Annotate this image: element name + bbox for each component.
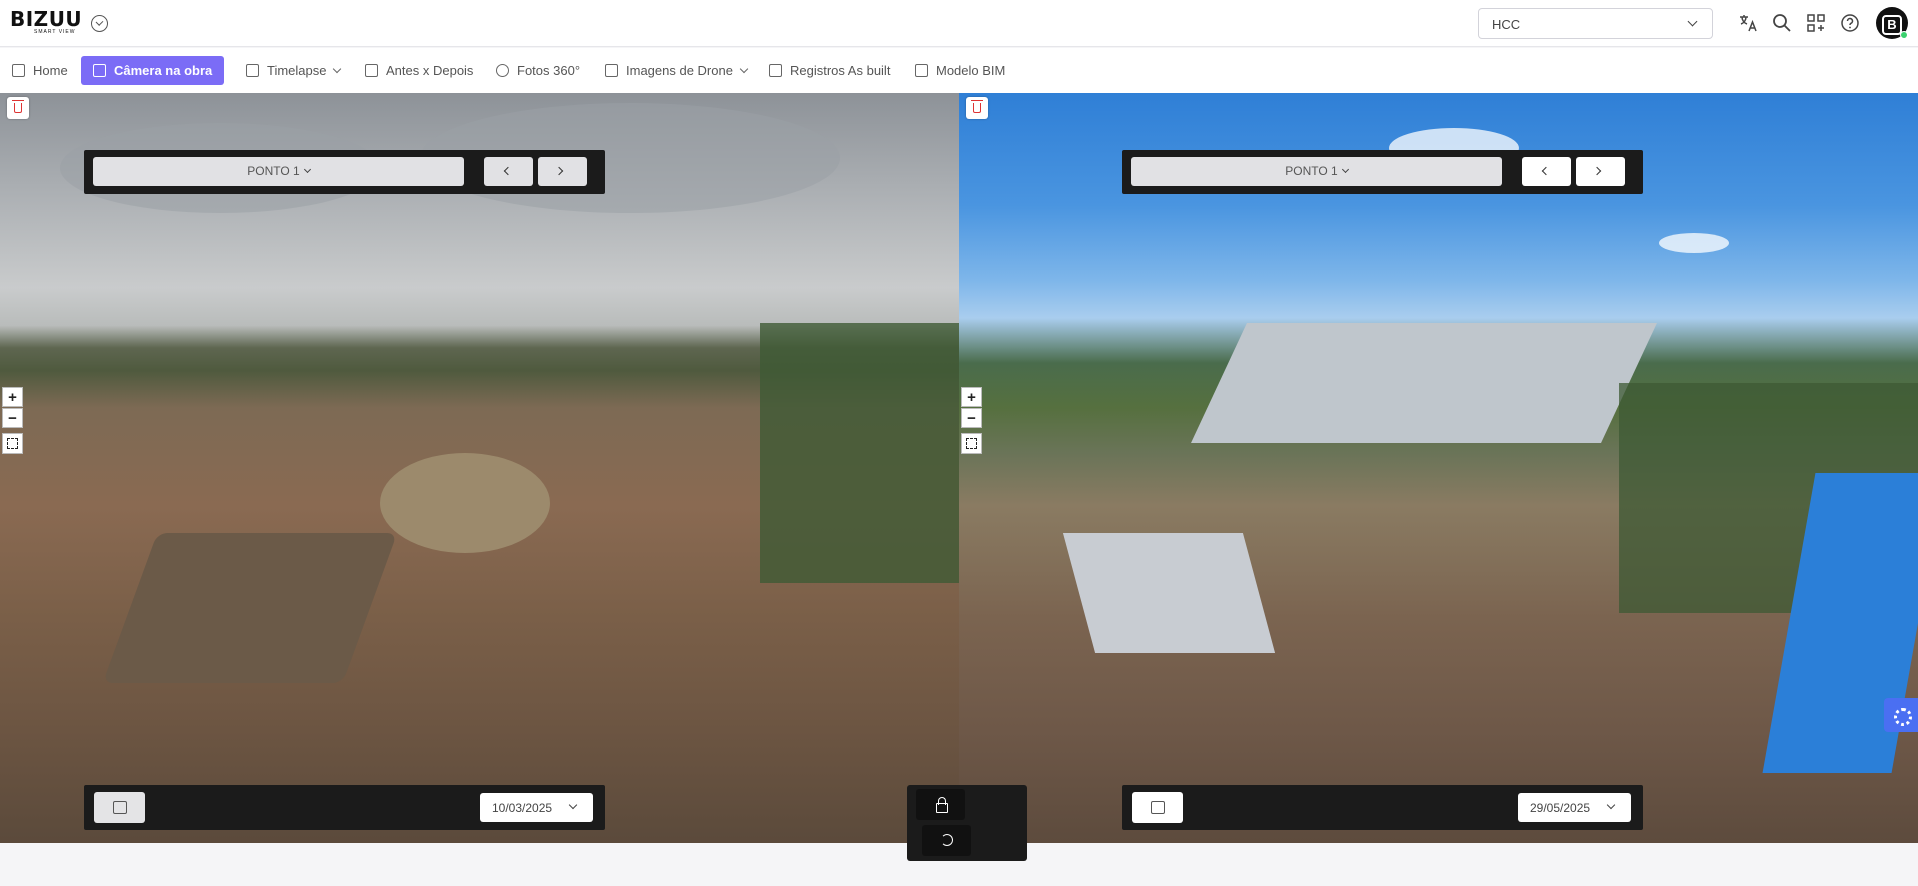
- left-top-controls: PONTO 1: [84, 150, 605, 194]
- logo-subtext: SMART VIEW: [34, 29, 76, 35]
- zoom-out-button[interactable]: −: [961, 408, 982, 428]
- nav-item-modelo-bim[interactable]: Modelo BIM: [915, 56, 1005, 85]
- avatar[interactable]: B: [1876, 7, 1908, 39]
- nav-item-label: Home: [33, 63, 68, 78]
- help-icon[interactable]: [1839, 12, 1861, 34]
- point-select-value: PONTO 1: [247, 164, 300, 178]
- settings-gear-icon[interactable]: [1884, 698, 1918, 732]
- video-camera-icon: [93, 64, 106, 77]
- fullscreen-button[interactable]: [2, 433, 23, 454]
- zoom-out-button[interactable]: −: [2, 408, 23, 428]
- date-select[interactable]: 29/05/2025: [1518, 793, 1631, 822]
- zoom-in-button[interactable]: +: [961, 387, 982, 407]
- chevron-right-icon: [1592, 166, 1602, 176]
- excavation-pit: [102, 533, 398, 683]
- date-select-value: 10/03/2025: [492, 801, 553, 815]
- image-view-button[interactable]: [94, 792, 145, 823]
- site-offices: [1062, 533, 1276, 653]
- logo[interactable]: BIZUU SMART VIEW: [10, 7, 108, 35]
- chevron-down-icon: [303, 165, 311, 174]
- sync-button[interactable]: [922, 825, 971, 856]
- fullscreen-button[interactable]: [961, 433, 982, 454]
- nav-item-label: Câmera na obra: [114, 63, 213, 78]
- nav-item-home[interactable]: Home: [12, 56, 68, 85]
- previous-button[interactable]: [484, 157, 533, 186]
- compare-icon: [365, 64, 378, 77]
- chevron-down-icon: [1687, 16, 1698, 27]
- chevron-left-icon: [503, 166, 513, 176]
- previous-button[interactable]: [1522, 157, 1571, 186]
- download-icon[interactable]: [91, 15, 108, 32]
- right-bottom-controls: 29/05/2025: [1122, 785, 1643, 830]
- project-select-value: HCC: [1492, 17, 1521, 32]
- left-camera-image[interactable]: PONTO 1 + − 10/03/2025: [0, 93, 959, 843]
- online-status-dot: [1900, 31, 1908, 39]
- chevron-down-icon: [1606, 800, 1616, 810]
- nav-item-timelapse[interactable]: Timelapse: [246, 56, 342, 85]
- trash-icon: [12, 100, 24, 113]
- chevron-down-icon: [739, 64, 749, 74]
- nav-item-camera-na-obra[interactable]: Câmera na obra: [81, 56, 225, 85]
- logo-text: BIZUU: [10, 7, 83, 31]
- nav-item-label: Antes x Depois: [386, 63, 474, 78]
- top-header: BIZUU SMART VIEW HCC B: [0, 0, 1918, 47]
- film-icon: [246, 64, 259, 77]
- chevron-down-icon: [1341, 165, 1349, 174]
- nav-item-label: Modelo BIM: [936, 63, 1006, 78]
- translate-icon[interactable]: [1737, 12, 1759, 34]
- soil-mound: [380, 453, 550, 553]
- steel-structure: [1191, 323, 1657, 443]
- nav-item-label: Timelapse: [267, 63, 327, 78]
- 360-icon: [496, 64, 509, 77]
- main-nav: Home Câmera na obra Timelapse Antes x De…: [0, 48, 1918, 93]
- trash-icon: [971, 100, 983, 113]
- building-icon: [769, 64, 782, 77]
- point-select[interactable]: PONTO 1: [1131, 157, 1502, 186]
- chevron-left-icon: [1541, 166, 1551, 176]
- nav-item-label: Registros As built: [790, 63, 891, 78]
- nav-item-imagens-de-drone[interactable]: Imagens de Drone: [605, 56, 749, 85]
- nav-item-label: Imagens de Drone: [626, 63, 733, 78]
- delete-button[interactable]: [7, 97, 29, 119]
- right-top-controls: PONTO 1: [1122, 150, 1643, 194]
- chevron-right-icon: [554, 166, 564, 176]
- nav-item-label: Fotos 360°: [517, 63, 581, 78]
- delete-button[interactable]: [966, 97, 988, 119]
- chevron-down-icon: [333, 64, 342, 74]
- search-icon[interactable]: [1771, 12, 1793, 34]
- nav-item-antes-x-depois[interactable]: Antes x Depois: [365, 56, 473, 85]
- nav-item-fotos-360[interactable]: Fotos 360°: [496, 56, 580, 85]
- project-select[interactable]: HCC: [1478, 8, 1713, 39]
- drone-icon: [605, 64, 618, 77]
- cube-icon: [915, 64, 928, 77]
- cloud-shape: [1659, 233, 1729, 253]
- point-select[interactable]: PONTO 1: [93, 157, 464, 186]
- nav-item-registros-as-built[interactable]: Registros As built: [769, 56, 890, 85]
- sync-controls: [907, 785, 1027, 861]
- lock-button[interactable]: [916, 789, 965, 820]
- right-camera-image[interactable]: PONTO 1 + − 29/05/2025: [959, 93, 1918, 843]
- tree-line: [760, 323, 959, 583]
- date-select-value: 29/05/2025: [1530, 801, 1591, 815]
- avatar-letter: B: [1882, 15, 1902, 35]
- image-view-button[interactable]: [1132, 792, 1183, 823]
- next-button[interactable]: [1576, 157, 1625, 186]
- home-icon: [12, 64, 25, 77]
- zoom-in-button[interactable]: +: [2, 387, 23, 407]
- apps-icon[interactable]: [1805, 12, 1827, 34]
- point-select-value: PONTO 1: [1285, 164, 1338, 178]
- date-select[interactable]: 10/03/2025: [480, 793, 593, 822]
- chevron-down-icon: [568, 800, 578, 810]
- next-button[interactable]: [538, 157, 587, 186]
- left-bottom-controls: 10/03/2025: [84, 785, 605, 830]
